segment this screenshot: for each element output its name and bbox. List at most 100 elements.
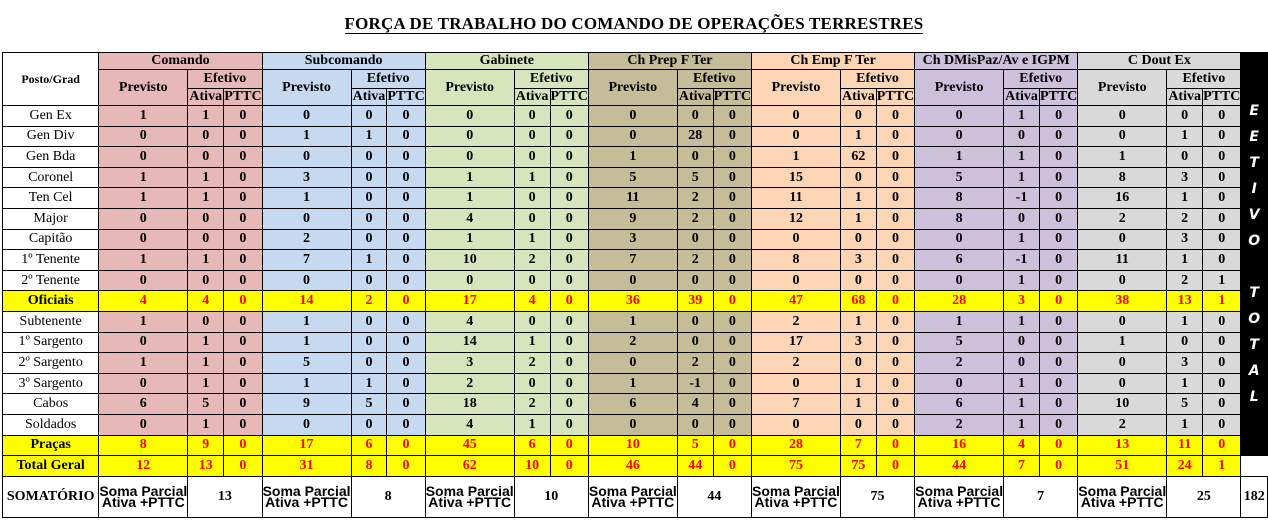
soma-parcial-label: Soma Parcial Ativa +PTTC: [261, 475, 352, 518]
value-cell: 11: [587, 187, 678, 209]
value-cell: 2: [587, 331, 678, 354]
pttc-header: PTTC: [549, 88, 589, 106]
value-cell: 0: [1166, 146, 1204, 168]
table-row: Praças 8 9 0 17 6 0 45 6 0 10 5 0 28 7 0 16 4 0 13 11 0: [1, 434, 1268, 457]
value-cell: 0: [386, 146, 426, 168]
value-cell: 0: [839, 269, 877, 292]
ativa-header: Ativa: [1003, 88, 1040, 106]
soma-parcial-label: Soma Parcial Ativa +PTTC: [587, 475, 678, 518]
somatorio-value: 44: [676, 475, 753, 518]
value-cell: 17: [424, 290, 515, 312]
value-cell: 0: [350, 413, 388, 436]
previsto-header: Previsto: [261, 69, 352, 106]
value-cell: 1: [1003, 310, 1040, 333]
value-cell: -1: [1003, 187, 1040, 209]
value-cell: 1: [1202, 455, 1242, 477]
row-label: Total Geral: [1, 455, 100, 477]
value-cell: 0: [676, 146, 714, 168]
value-cell: 2: [1166, 207, 1204, 230]
value-cell: 1: [98, 187, 189, 209]
table-row: 2º Tenente 0 0 0 0 0 0 0 0 0 0 0 0 0 0 0 0 1 0 0 2 1: [1, 269, 1268, 292]
value-cell: 0: [386, 331, 426, 354]
value-cell: 0: [712, 434, 753, 457]
value-cell: 0: [712, 290, 753, 312]
value-cell: 0: [676, 413, 714, 436]
value-cell: 0: [1077, 125, 1168, 148]
value-cell: 0: [549, 228, 589, 251]
value-cell: 1: [1166, 249, 1204, 271]
page-title: FORÇA DE TRABALHO DO COMANDO DE OPERAÇÕE…: [344, 14, 924, 34]
table-row: Oficiais 4 4 0 14 2 0 17 4 0 36 39 0 47 68 0 28 3 0 38 13 1: [1, 290, 1268, 312]
value-cell: 0: [549, 207, 589, 230]
value-cell: 0: [350, 166, 388, 189]
value-cell: 4: [1003, 434, 1040, 457]
value-cell: 0: [875, 187, 916, 209]
soma-parcial-line2: Ativa +PTTC: [101, 493, 185, 510]
value-cell: 3: [839, 331, 877, 354]
value-cell: 1: [98, 166, 189, 189]
value-cell: 1: [187, 352, 225, 374]
value-cell: 0: [386, 352, 426, 374]
table-row: 2º Sargento 1 1 0 5 0 0 3 2 0 0 2 0 2 0 0 2 0 0 0 3 0: [1, 352, 1268, 374]
value-cell: 2: [676, 187, 714, 209]
value-cell: 0: [1038, 352, 1079, 374]
soma-parcial-label: Soma Parcial Ativa +PTTC: [424, 475, 515, 518]
value-cell: 1: [98, 310, 189, 333]
value-cell: 7: [587, 249, 678, 271]
value-cell: 0: [386, 269, 426, 292]
value-cell: 1: [98, 352, 189, 374]
value-cell: 0: [98, 269, 189, 292]
efetivo-total-letter: A: [1248, 363, 1260, 380]
value-cell: 0: [839, 228, 877, 251]
previsto-header: Previsto: [1077, 69, 1168, 106]
efetivo-total-letter: E: [1249, 103, 1259, 120]
value-cell: 1: [187, 187, 225, 209]
value-cell: 1: [839, 372, 877, 395]
value-cell: 38: [1077, 290, 1168, 312]
value-cell: 13: [187, 455, 225, 477]
value-cell: 0: [549, 290, 589, 312]
table-row: Cabos 6 5 0 9 5 0 18 2 0 6 4 0 7 1 0 6 1 0 10 5 0: [1, 393, 1268, 415]
row-label: 2º Sargento: [1, 352, 100, 374]
header-row-groups: Posto/Grad Comando Subcomando Gabinete Ch Pr…: [1, 51, 1268, 457]
value-cell: 0: [98, 331, 189, 354]
value-cell: 1: [187, 105, 225, 127]
value-cell: 17: [261, 434, 352, 457]
value-cell: 0: [424, 146, 515, 168]
pttc-header: PTTC: [386, 88, 426, 106]
somatorio-value: 10: [513, 475, 589, 518]
value-cell: -1: [1003, 249, 1040, 271]
value-cell: 0: [712, 166, 753, 189]
value-cell: 0: [549, 105, 589, 127]
value-cell: 6: [914, 249, 1005, 271]
value-cell: 0: [1038, 146, 1079, 168]
value-cell: 5: [676, 166, 714, 189]
value-cell: 9: [587, 207, 678, 230]
value-cell: 0: [1077, 352, 1168, 374]
value-cell: 1: [839, 187, 877, 209]
value-cell: 0: [875, 310, 916, 333]
efetivo-total-letter: L: [1249, 389, 1259, 406]
value-cell: 16: [1077, 187, 1168, 209]
value-cell: 0: [1003, 352, 1040, 374]
value-cell: 0: [1202, 105, 1242, 127]
ativa-header: Ativa: [676, 88, 714, 106]
row-label: Subtenente: [1, 310, 100, 333]
value-cell: 0: [839, 166, 877, 189]
value-cell: 0: [875, 413, 916, 436]
value-cell: 0: [223, 290, 263, 312]
value-cell: 4: [513, 290, 551, 312]
value-cell: 4: [676, 393, 714, 415]
value-cell: 1: [261, 372, 352, 395]
value-cell: 2: [751, 310, 841, 333]
value-cell: 1: [1003, 413, 1040, 436]
value-cell: 0: [549, 166, 589, 189]
efetivo-total-letter: T: [1249, 285, 1259, 302]
value-cell: 0: [223, 310, 263, 333]
value-cell: 1: [1202, 290, 1242, 312]
soma-parcial-label: Soma Parcial Ativa +PTTC: [98, 475, 189, 518]
value-cell: 0: [513, 372, 551, 395]
efetivo-total-label: EETIVOTOTAL: [1240, 51, 1268, 457]
value-cell: 0: [386, 249, 426, 271]
value-cell: 0: [712, 372, 753, 395]
